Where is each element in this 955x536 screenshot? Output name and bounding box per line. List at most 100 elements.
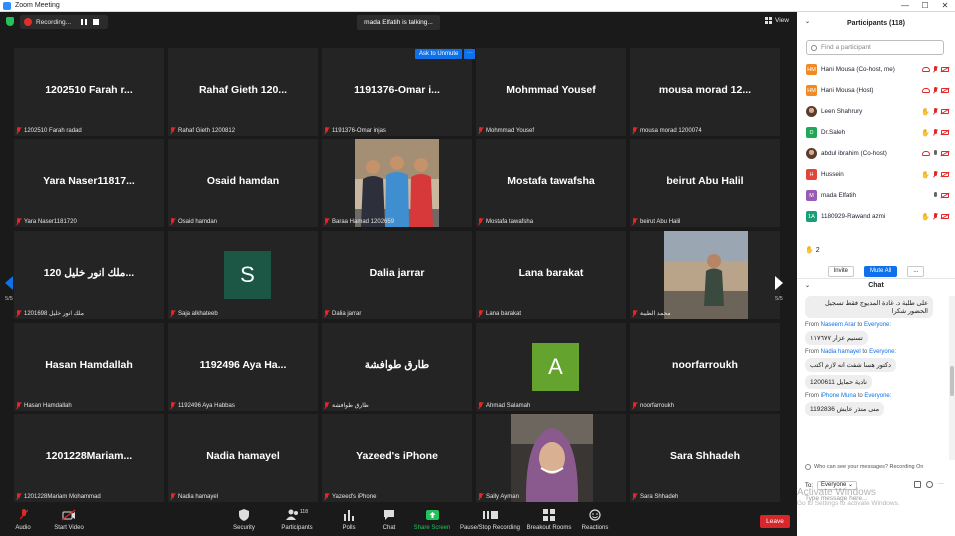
tile-name-label: Mostafa tawafsha [478, 218, 533, 225]
participant-name: Leen Shahrury [821, 108, 863, 115]
video-tile[interactable]: Mohmmad Yousef Mohmmad Yousef [476, 48, 626, 136]
tile-more-button[interactable]: ··· [464, 49, 476, 59]
ask-to-unmute-button[interactable]: Ask to Unmute [415, 49, 463, 59]
video-tile[interactable]: noorfarroukh noorfarroukh [630, 323, 780, 411]
video-tile[interactable]: Lana barakat Lana barakat [476, 231, 626, 319]
video-tile[interactable]: mousa morad 12... mousa morad 1200074 [630, 48, 780, 136]
chat-messages: على طلبة د. غادة المديوج فقط تسجيل الحضو… [797, 296, 949, 460]
chat-scrollbar[interactable] [949, 296, 955, 460]
minimize-button[interactable]: — [895, 0, 915, 12]
participant-display-name: Nadia hamayel [206, 450, 280, 462]
pause-stop-recording-button[interactable]: Pause/Stop Recording [458, 509, 522, 531]
participant-row[interactable]: H Hussein ✋ [797, 164, 955, 185]
video-tile[interactable]: Mostafa tawafsha Mostafa tawafsha [476, 139, 626, 227]
participant-status-icons [922, 150, 949, 157]
pause-recording-icon[interactable] [81, 19, 88, 25]
participant-avatar: 1A [806, 211, 817, 222]
sender-from[interactable]: iPhone Muna [821, 393, 856, 399]
zoom-logo-icon [3, 1, 11, 10]
file-icon[interactable] [914, 481, 921, 488]
stop-recording-icon[interactable] [93, 19, 100, 25]
side-panel: ⌄ Participants (118) Find a participant … [797, 12, 955, 536]
chat-scrollbar-thumb[interactable] [950, 366, 954, 396]
participant-row[interactable]: Mmada Elfatih [797, 185, 955, 206]
chat-message-input[interactable]: Type message here... [805, 495, 947, 502]
participant-row[interactable]: D Dr.Saleh ✋ [797, 122, 955, 143]
participant-row[interactable]: 1A 1180929-Rawand azmi ✋ [797, 206, 955, 227]
meeting-area: Recording... mada Elfatih is talking... … [0, 12, 797, 536]
emoji-icon[interactable] [926, 481, 933, 488]
video-tile[interactable]: 1191376-Omar i... 1191376-Omar injas [322, 48, 472, 136]
previous-page-button[interactable]: 5/5 [2, 276, 16, 302]
sender-to[interactable]: Everyone: [864, 322, 891, 328]
video-tile[interactable]: Osaid hamdan Osaid hamdan [168, 139, 318, 227]
participant-row[interactable]: abdul ibrahim (Co-host) [797, 143, 955, 164]
video-tile[interactable]: ملك انور خليل 120... ملك انور خليل 120169… [14, 231, 164, 319]
tile-name-text: Sally Ayman [486, 493, 519, 500]
participant-name: Hani Mousa (Co-host, me) [821, 66, 895, 73]
chat-collapse-chevron-icon[interactable]: ⌄ [805, 282, 810, 289]
participant-row[interactable]: HM Hani Mousa (Co-host, me) [797, 59, 955, 80]
who-can-see-link[interactable]: Who can see your messages? Recording On [797, 464, 955, 470]
video-tile[interactable]: Rahaf Gieth 120... Rahaf Gieth 1200812 [168, 48, 318, 136]
participant-search-input[interactable]: Find a participant [806, 40, 944, 55]
video-tile[interactable]: Dalia jarrar Dalia jarrar [322, 231, 472, 319]
leave-button[interactable]: Leave [760, 515, 790, 528]
tile-name-label: Osaid hamdan [170, 218, 217, 225]
polls-icon [344, 509, 354, 521]
video-tile[interactable]: 1192496 Aya Ha... 1192496 Aya Habbas [168, 323, 318, 411]
video-tile[interactable]: S Saja alkhateeb [168, 231, 318, 319]
participant-status-icons: ✋ [921, 213, 949, 221]
audio-label: Audio [15, 525, 31, 531]
sender-from[interactable]: Nadia hamayel [821, 349, 861, 355]
view-button[interactable]: View [765, 17, 789, 24]
video-tile[interactable]: 1202510 Farah r... 1202510 Farah radad [14, 48, 164, 136]
video-tile[interactable]: Hasan Hamdallah Hasan Hamdallah [14, 323, 164, 411]
close-button[interactable]: ✕ [935, 0, 955, 12]
chat-recipient-row: To: Everyone ⌄ [805, 481, 858, 490]
video-tile[interactable]: Nadia hamayel Nadia hamayel [168, 414, 318, 502]
muted-mic-icon [478, 218, 483, 225]
more-options-button[interactable]: ... [907, 266, 925, 277]
video-tile[interactable]: Sally Ayman [476, 414, 626, 502]
video-tile[interactable]: 1201228Mariam... 1201228Mariam Mohammad [14, 414, 164, 502]
sender-to[interactable]: Everyone: [869, 349, 896, 355]
collapse-chevron-icon[interactable]: ⌄ [805, 18, 810, 25]
mute-all-button[interactable]: Mute All [863, 266, 898, 277]
participant-list: HM Hani Mousa (Co-host, me) HM Hani Mousa (… [797, 59, 955, 227]
video-tile[interactable]: محمد الطيبة [630, 231, 780, 319]
audio-button[interactable]: Audio [10, 509, 36, 531]
video-tile[interactable]: Sara Shhadeh Sara Shhadeh [630, 414, 780, 502]
video-tile[interactable]: Yazeed's iPhone Yazeed's iPhone [322, 414, 472, 502]
start-video-button[interactable]: Start Video [50, 509, 88, 531]
encryption-shield-icon[interactable] [6, 17, 14, 26]
video-tile[interactable]: Baraa Hamad 1202659 [322, 139, 472, 227]
muted-mic-icon [933, 129, 938, 136]
video-tile[interactable]: Yara Naser11817... Yara Naser1181720 [14, 139, 164, 227]
participants-button[interactable]: 118 Participants [279, 509, 315, 531]
participant-row[interactable]: Leen Shahrury ✋ [797, 101, 955, 122]
recipient-select[interactable]: Everyone ⌄ [817, 481, 858, 490]
video-tile[interactable]: طارق طوافشة طارق طوافشة [322, 323, 472, 411]
breakout-rooms-button[interactable]: Breakout Rooms [526, 509, 572, 531]
next-page-button[interactable]: 5/5 [772, 276, 786, 302]
reactions-button[interactable]: Reactions [580, 509, 610, 531]
participant-row[interactable]: HM Hani Mousa (Host) [797, 80, 955, 101]
share-screen-button[interactable]: Share Screen [413, 509, 451, 531]
participant-name: 1180929-Rawand azmi [821, 213, 886, 220]
video-tile[interactable]: A Ahmad Salamah [476, 323, 626, 411]
sender-to[interactable]: Everyone: [864, 393, 891, 399]
chat-button[interactable]: Chat [378, 509, 400, 531]
muted-mic-icon [632, 218, 637, 225]
participant-display-name: Dalia jarrar [369, 267, 425, 279]
invite-button[interactable]: Invite [827, 266, 854, 277]
maximize-button[interactable]: ☐ [915, 0, 935, 12]
security-button[interactable]: Security [230, 509, 258, 531]
more-dots-icon[interactable]: ··· [938, 481, 945, 488]
muted-mic-icon [632, 402, 637, 409]
sender-from[interactable]: Naseem Arar [821, 322, 856, 328]
muted-mic-icon [632, 310, 637, 317]
video-tile[interactable]: beirut Abu Halil beirut Abu Halil [630, 139, 780, 227]
video-off-icon [941, 88, 949, 93]
polls-button[interactable]: Polls [337, 509, 361, 531]
